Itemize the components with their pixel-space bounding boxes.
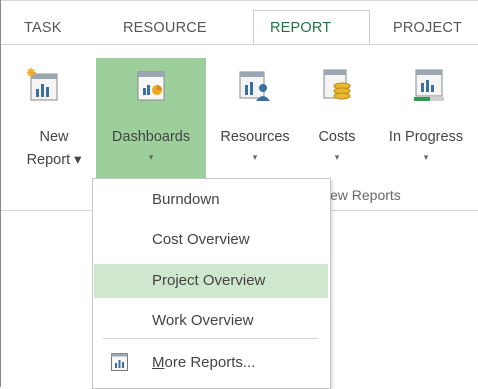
dashboards-label: Dashboards: [111, 129, 191, 145]
in-progress-label: In Progress: [388, 129, 464, 145]
menu-item-label: Work Overview: [152, 312, 254, 329]
dashboards-dropdown-menu: Burndown Cost Overview Project Overview …: [92, 178, 331, 389]
report-icon: [111, 353, 128, 371]
more-reports-access-key: M: [152, 354, 165, 371]
view-reports-group-label: ew Reports: [330, 187, 401, 203]
new-report-label-1: New: [39, 129, 69, 145]
costs-icon: [323, 69, 351, 100]
new-report-icon: [27, 68, 58, 101]
tab-project[interactable]: PROJECT: [393, 20, 462, 36]
costs-button[interactable]: Costs ▾: [302, 58, 372, 178]
menu-item-burndown[interactable]: Burndown: [94, 183, 328, 217]
resources-label: Resources: [220, 129, 290, 145]
resources-button[interactable]: Resources ▾: [208, 58, 302, 178]
project-report-ribbon: TASK RESOURCE REPORT PROJECT New Report …: [0, 0, 478, 389]
tab-report[interactable]: REPORT: [270, 20, 331, 36]
menu-item-label: Burndown: [152, 191, 220, 208]
more-reports-label: More Reports...: [152, 354, 255, 371]
dashboards-caret-icon: ▾: [148, 152, 154, 162]
in-progress-caret-icon: ▾: [423, 152, 429, 162]
menu-item-project-overview[interactable]: Project Overview: [94, 264, 328, 298]
tab-task[interactable]: TASK: [24, 20, 62, 36]
menu-item-work-overview[interactable]: Work Overview: [94, 304, 328, 338]
menu-item-more-reports[interactable]: More Reports...: [94, 346, 328, 380]
tab-resource[interactable]: RESOURCE: [123, 20, 207, 36]
menu-separator: [103, 338, 318, 339]
new-report-label-2: Report ▾: [26, 152, 82, 168]
dashboards-button[interactable]: Dashboards ▾: [96, 58, 206, 178]
dashboards-icon: [137, 71, 165, 101]
menu-item-cost-overview[interactable]: Cost Overview: [94, 223, 328, 257]
new-report-button[interactable]: New Report ▾: [16, 58, 92, 178]
costs-caret-icon: ▾: [334, 152, 340, 162]
in-progress-icon: [414, 69, 444, 101]
in-progress-button[interactable]: In Progress ▾: [374, 58, 478, 178]
menu-item-label: Project Overview: [152, 272, 266, 289]
menu-item-label: Cost Overview: [152, 231, 250, 248]
resources-icon: [239, 71, 270, 101]
resources-caret-icon: ▾: [252, 152, 258, 162]
more-reports-label-rest: ore Reports...: [164, 354, 256, 371]
costs-label: Costs: [318, 129, 356, 145]
left-border: [0, 0, 1, 387]
